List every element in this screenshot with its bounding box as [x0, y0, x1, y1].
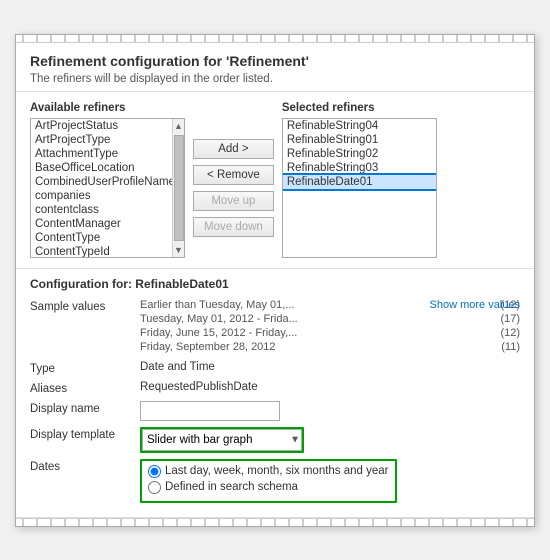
list-item-selected[interactable]: RefinableDate01: [283, 175, 436, 189]
dates-row: Dates Last day, week, month, six months …: [30, 459, 520, 503]
sample-value-text-4: Friday, September 28, 2012: [140, 341, 276, 353]
list-item[interactable]: companies: [31, 189, 172, 203]
list-item[interactable]: AttachmentType: [31, 147, 172, 161]
list-item[interactable]: ArtProjectStatus: [31, 119, 172, 133]
list-item[interactable]: CombinedUserProfileNames: [31, 175, 172, 189]
display-template-label: Display template: [30, 427, 140, 441]
dates-label: Dates: [30, 459, 140, 473]
list-item[interactable]: RefinableString01: [283, 133, 436, 147]
list-item[interactable]: RefinableString04: [283, 119, 436, 133]
type-value: Date and Time: [140, 361, 520, 373]
sample-values-row: Sample values Show more values Earlier t…: [30, 299, 520, 355]
list-item[interactable]: BaseOfficeLocation: [31, 161, 172, 175]
list-item[interactable]: contentclass: [31, 203, 172, 217]
list-item[interactable]: ContentTypeId: [31, 245, 172, 257]
type-label: Type: [30, 361, 140, 375]
available-refiners-label: Available refiners: [30, 102, 185, 114]
scroll-up-arrow[interactable]: ▲: [172, 119, 185, 133]
aliases-value: RequestedPublishDate: [140, 381, 520, 393]
type-row: Type Date and Time: [30, 361, 520, 375]
display-template-row: Display template Slider with bar graph D…: [30, 427, 520, 453]
action-buttons: Add > < Remove Move up Move down: [193, 102, 274, 258]
add-button[interactable]: Add >: [193, 139, 274, 159]
config-section: Configuration for: RefinableDate01 Sampl…: [16, 269, 534, 518]
config-header: Configuration for: RefinableDate01: [30, 277, 520, 291]
aliases-label: Aliases: [30, 381, 140, 395]
dialog-title: Refinement configuration for 'Refinement…: [30, 53, 520, 69]
display-template-select[interactable]: Slider with bar graph Date range Multi-v…: [142, 429, 302, 451]
dialog-header: Refinement configuration for 'Refinement…: [16, 43, 534, 92]
scroll-down-arrow[interactable]: ▼: [172, 243, 185, 257]
torn-edge-bottom: [16, 518, 534, 526]
available-refiners-listbox[interactable]: ArtProjectStatus ArtProjectType Attachme…: [30, 118, 185, 258]
display-name-row: Display name: [30, 401, 520, 421]
selected-refiners-listbox[interactable]: RefinableString04 RefinableString01 Refi…: [282, 118, 437, 258]
sample-value-3: Friday, June 15, 2012 - Friday,... (12): [140, 327, 520, 339]
dates-radio-label-2: Defined in search schema: [165, 481, 298, 493]
dates-radio-last-period[interactable]: [148, 465, 161, 478]
display-name-input[interactable]: [140, 401, 280, 421]
dates-radio-search-schema[interactable]: [148, 481, 161, 494]
show-more-link[interactable]: Show more values: [430, 299, 521, 311]
available-refiners-col: Available refiners ArtProjectStatus ArtP…: [30, 102, 185, 258]
selected-refiners-col: Selected refiners RefinableString04 Refi…: [282, 102, 437, 258]
sample-value-count-2: (17): [500, 313, 520, 325]
display-template-select-wrapper: Slider with bar graph Date range Multi-v…: [140, 427, 304, 453]
list-item[interactable]: ArtProjectType: [31, 133, 172, 147]
torn-edge-top: [16, 35, 534, 43]
available-scrollbar[interactable]: ▲ ▼: [172, 119, 184, 257]
refinement-dialog: Refinement configuration for 'Refinement…: [15, 34, 535, 527]
sample-value-text-3: Friday, June 15, 2012 - Friday,...: [140, 327, 297, 339]
dates-radio-label-1: Last day, week, month, six months and ye…: [165, 465, 389, 477]
list-item[interactable]: RefinableString03: [283, 161, 436, 175]
dates-radio-row-2: Defined in search schema: [148, 481, 389, 494]
dates-radio-row-1: Last day, week, month, six months and ye…: [148, 465, 389, 478]
sample-value-2: Tuesday, May 01, 2012 - Frida... (17): [140, 313, 520, 325]
dates-options-wrapper: Last day, week, month, six months and ye…: [140, 459, 397, 503]
aliases-row: Aliases RequestedPublishDate: [30, 381, 520, 395]
sample-value-text-1: Earlier than Tuesday, May 01,...: [140, 299, 294, 311]
sample-value-count-4: (11): [501, 341, 520, 353]
move-down-button[interactable]: Move down: [193, 217, 274, 237]
list-item[interactable]: RefinableString02: [283, 147, 436, 161]
selected-refiners-label: Selected refiners: [282, 102, 437, 114]
sample-value-4: Friday, September 28, 2012 (11): [140, 341, 520, 353]
sample-value-count-3: (12): [500, 327, 520, 339]
remove-button[interactable]: < Remove: [193, 165, 274, 185]
sample-values-container: Show more values Earlier than Tuesday, M…: [140, 299, 520, 355]
sample-value-text-2: Tuesday, May 01, 2012 - Frida...: [140, 313, 298, 325]
list-item[interactable]: ContentType: [31, 231, 172, 245]
scroll-thumb[interactable]: [174, 135, 184, 241]
refiner-section: Available refiners ArtProjectStatus ArtP…: [16, 92, 534, 269]
list-item[interactable]: ContentManager: [31, 217, 172, 231]
dialog-subtitle: The refiners will be displayed in the or…: [30, 73, 520, 85]
sample-values-label: Sample values: [30, 299, 140, 313]
display-name-label: Display name: [30, 401, 140, 415]
move-up-button[interactable]: Move up: [193, 191, 274, 211]
